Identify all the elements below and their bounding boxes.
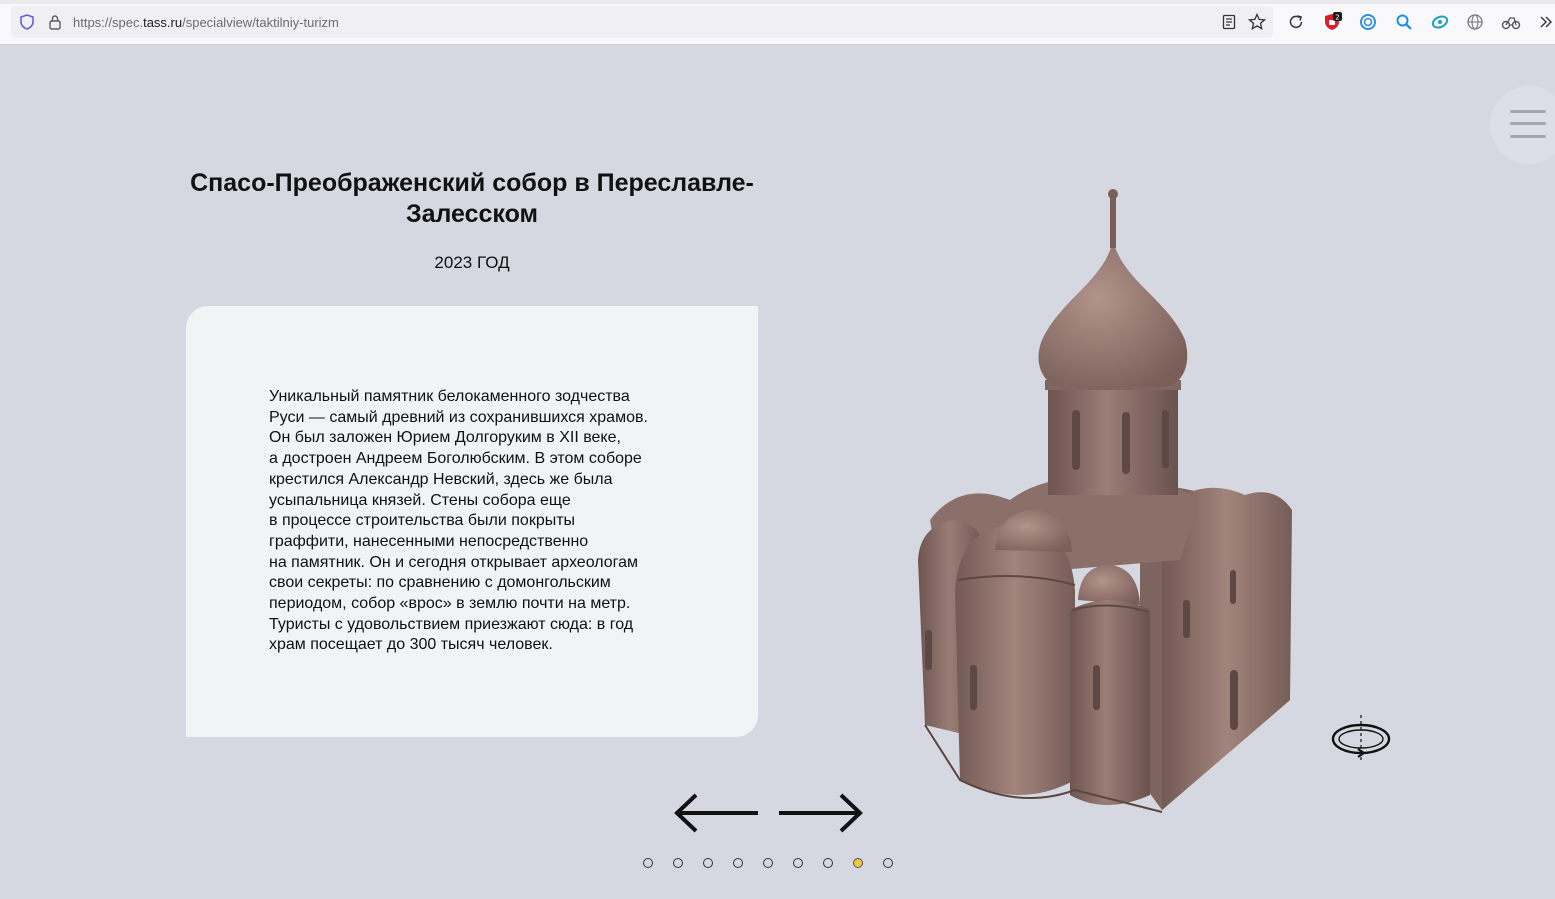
pagination-dot[interactable] [733, 858, 743, 868]
extension-icon[interactable]: 2 [1322, 12, 1342, 32]
pagination-dot[interactable] [673, 858, 683, 868]
shield-icon[interactable] [17, 12, 37, 32]
pagination-dot[interactable] [643, 858, 653, 868]
cathedral-model[interactable] [900, 180, 1310, 820]
menu-icon[interactable] [1510, 122, 1546, 125]
browser-toolbar: https://spec.tass.ru/specialview/taktiln… [0, 0, 1555, 45]
pagination-dot[interactable] [793, 858, 803, 868]
rotate-icon[interactable] [1328, 713, 1394, 765]
menu-icon[interactable] [1510, 110, 1546, 113]
extension-badge: 2 [1335, 14, 1339, 22]
menu-icon[interactable] [1510, 135, 1546, 138]
url-host: tass.ru [143, 15, 183, 30]
extension-icon[interactable] [1501, 12, 1521, 32]
lock-icon[interactable] [45, 12, 65, 32]
tab-strip [0, 0, 1555, 4]
reader-icon[interactable] [1219, 12, 1239, 32]
url-path: /specialview/taktilniy-turizm [182, 15, 339, 30]
pagination-dot[interactable] [853, 858, 863, 868]
extension-icon[interactable] [1358, 12, 1378, 32]
extension-icon[interactable] [1430, 12, 1450, 32]
arrow-left-icon[interactable] [672, 790, 762, 836]
pagination-dot[interactable] [823, 858, 833, 868]
arrow-right-icon[interactable] [775, 790, 865, 836]
pagination-dot[interactable] [703, 858, 713, 868]
reload-icon[interactable] [1286, 12, 1306, 32]
pagination-dot[interactable] [763, 858, 773, 868]
search-icon[interactable] [1394, 12, 1414, 32]
description-text: Уникальный памятник белокаменного зодчес… [269, 388, 648, 654]
year-label: 2023 ГОД [434, 253, 510, 272]
menu-button[interactable] [1490, 86, 1555, 164]
star-icon[interactable] [1247, 12, 1267, 32]
globe-icon[interactable] [1465, 12, 1485, 32]
url-prefix: https://spec. [73, 15, 144, 30]
pagination-dot[interactable] [883, 858, 893, 868]
overflow-icon[interactable] [1536, 12, 1555, 32]
page-title: Спасо-Преображенский собор в Переславле-… [190, 169, 754, 228]
url-text[interactable]: https://spec.tass.ru/specialview/taktiln… [73, 15, 339, 30]
